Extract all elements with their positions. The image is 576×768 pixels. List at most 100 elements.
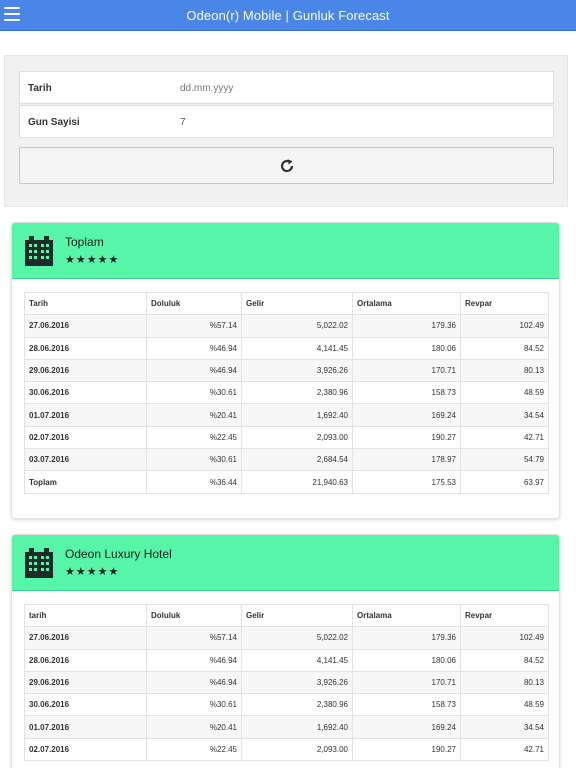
average-cell: 180.06 <box>352 648 461 672</box>
table-row: 29.06.2016 %46.94 3,926.26 170.71 80.13 <box>24 358 549 383</box>
date-label: Tarih <box>28 83 52 94</box>
occupancy-cell: %22.45 <box>146 425 242 450</box>
building-icon <box>25 236 53 266</box>
revenue-cell: 3,926.26 <box>241 670 353 695</box>
refresh-button[interactable] <box>19 147 554 184</box>
occupancy-cell: %46.94 <box>146 336 242 360</box>
card-header: Odeon Luxury Hotel ★★★★★ <box>12 535 559 591</box>
revpar-cell: 34.54 <box>460 715 549 739</box>
occupancy-cell: %30.61 <box>146 381 242 405</box>
days-label: Gun Sayisi <box>28 117 80 128</box>
revenue-cell: 21,940.63 <box>241 470 353 494</box>
refresh-icon <box>280 158 293 172</box>
revpar-cell: 42.71 <box>460 425 549 450</box>
card-header: Toplam ★★★★★ <box>12 223 559 279</box>
table-header-row: tarih Doluluk Gelir Ortalama Revpar <box>24 603 549 628</box>
date-cell: 30.06.2016 <box>24 381 147 405</box>
occupancy-cell: %57.14 <box>146 314 242 338</box>
average-cell: 169.24 <box>352 715 461 739</box>
forecast-table: tarih Doluluk Gelir Ortalama Revpar 27.0… <box>24 603 549 762</box>
revpar-cell: 84.52 <box>460 336 549 360</box>
table-row: 01.07.2016 %20.41 1,692.40 169.24 34.54 <box>24 715 549 739</box>
filter-panel: Tarih Gun Sayisi 7 <box>4 55 568 207</box>
revpar-cell: 34.54 <box>460 403 549 427</box>
column-header: Revpar <box>460 603 549 628</box>
table-row: 27.06.2016 %57.14 5,022.02 179.36 102.49 <box>24 314 549 338</box>
revpar-cell: 63.97 <box>460 470 549 494</box>
average-cell: 180.06 <box>352 336 461 360</box>
revenue-cell: 4,141.45 <box>241 648 353 672</box>
average-cell: 190.27 <box>352 425 461 450</box>
table-row: 30.06.2016 %30.61 2,380.96 158.73 48.59 <box>24 381 549 405</box>
date-cell: 28.06.2016 <box>24 648 147 672</box>
average-cell: 179.36 <box>352 626 461 650</box>
hamburger-menu-icon[interactable] <box>4 7 20 21</box>
column-header: Tarih <box>24 291 147 316</box>
revenue-cell: 2,380.96 <box>241 381 353 405</box>
table-row: 01.07.2016 %20.41 1,692.40 169.24 34.54 <box>24 403 549 427</box>
revpar-cell: 54.79 <box>460 448 549 472</box>
table-row: 03.07.2016 %30.61 2,684.54 178.97 54.79 <box>24 448 549 472</box>
occupancy-cell: %46.94 <box>146 670 242 695</box>
table-row: 30.06.2016 %30.61 2,380.96 158.73 48.59 <box>24 693 549 717</box>
column-header: Doluluk <box>146 603 242 628</box>
date-cell: 28.06.2016 <box>24 336 147 360</box>
occupancy-cell: %20.41 <box>146 715 242 739</box>
occupancy-cell: %22.45 <box>146 737 242 762</box>
table-row: 28.06.2016 %46.94 4,141.45 180.06 84.52 <box>24 336 549 360</box>
column-header: Ortalama <box>352 291 461 316</box>
hotel-name: Toplam <box>65 235 104 249</box>
occupancy-cell: %46.94 <box>146 648 242 672</box>
total-row: Toplam %36.44 21,940.63 175.53 63.97 <box>24 470 549 494</box>
date-cell: 02.07.2016 <box>24 737 147 762</box>
hotel-card-odeon-luxury: Odeon Luxury Hotel ★★★★★ tarih Doluluk G… <box>11 534 560 768</box>
date-cell: 30.06.2016 <box>24 693 147 717</box>
date-cell: 02.07.2016 <box>24 425 147 450</box>
revpar-cell: 48.59 <box>460 381 549 405</box>
column-header: Gelir <box>241 291 353 316</box>
date-cell: 01.07.2016 <box>24 715 147 739</box>
date-cell: 03.07.2016 <box>24 448 147 472</box>
date-cell: 29.06.2016 <box>24 358 147 383</box>
column-header: Revpar <box>460 291 549 316</box>
revenue-cell: 1,692.40 <box>241 403 353 427</box>
revpar-cell: 48.59 <box>460 693 549 717</box>
star-rating: ★★★★★ <box>65 566 120 578</box>
revenue-cell: 1,692.40 <box>241 715 353 739</box>
average-cell: 170.71 <box>352 670 461 695</box>
occupancy-cell: %36.44 <box>146 470 242 494</box>
date-cell: 27.06.2016 <box>24 626 147 650</box>
hotel-card-toplam: Toplam ★★★★★ Tarih Doluluk Gelir Ortalam… <box>11 222 560 519</box>
average-cell: 190.27 <box>352 737 461 762</box>
revenue-cell: 5,022.02 <box>241 626 353 650</box>
average-cell: 170.71 <box>352 358 461 383</box>
date-cell: 29.06.2016 <box>24 670 147 695</box>
revenue-cell: 4,141.45 <box>241 336 353 360</box>
revenue-cell: 2,093.00 <box>241 425 353 450</box>
date-row: Tarih <box>19 71 554 104</box>
revpar-cell: 102.49 <box>460 314 549 338</box>
revpar-cell: 102.49 <box>460 626 549 650</box>
table-row: 27.06.2016 %57.14 5,022.02 179.36 102.49 <box>24 626 549 650</box>
table-header-row: Tarih Doluluk Gelir Ortalama Revpar <box>24 291 549 316</box>
average-cell: 175.53 <box>352 470 461 494</box>
table-row: 02.07.2016 %22.45 2,093.00 190.27 42.71 <box>24 737 549 762</box>
revenue-cell: 2,684.54 <box>241 448 353 472</box>
forecast-table: Tarih Doluluk Gelir Ortalama Revpar 27.0… <box>24 291 549 494</box>
days-row: Gun Sayisi 7 <box>19 105 554 138</box>
average-cell: 158.73 <box>352 381 461 405</box>
average-cell: 179.36 <box>352 314 461 338</box>
revenue-cell: 3,926.26 <box>241 358 353 383</box>
date-input[interactable] <box>180 83 480 94</box>
average-cell: 158.73 <box>352 693 461 717</box>
occupancy-cell: %46.94 <box>146 358 242 383</box>
days-input[interactable]: 7 <box>180 117 480 128</box>
revpar-cell: 80.13 <box>460 670 549 695</box>
star-rating: ★★★★★ <box>65 254 120 266</box>
revpar-cell: 42.71 <box>460 737 549 762</box>
app-title: Odeon(r) Mobile | Gunluk Forecast <box>186 7 390 23</box>
hotel-name: Odeon Luxury Hotel <box>65 547 172 561</box>
app-header: Odeon(r) Mobile | Gunluk Forecast <box>0 0 576 31</box>
column-header: Doluluk <box>146 291 242 316</box>
revpar-cell: 80.13 <box>460 358 549 383</box>
